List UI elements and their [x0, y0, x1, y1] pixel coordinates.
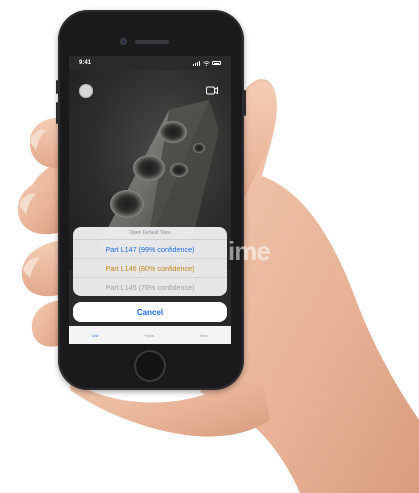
phone-screen: 9:41 Open Default View Part L147 (99% co… — [69, 56, 231, 344]
option-part-l145[interactable]: Part L145 (76% confidence) — [73, 278, 227, 296]
earpiece-speaker — [135, 40, 169, 44]
volume-button — [56, 102, 58, 124]
tab-bar: List Parts Men — [69, 326, 231, 344]
cancel-button[interactable]: Cancel — [73, 302, 227, 322]
home-button[interactable] — [134, 350, 166, 382]
status-icons — [193, 60, 221, 66]
wifi-icon — [203, 60, 210, 66]
status-bar: 9:41 — [69, 56, 231, 70]
option-part-l147[interactable]: Part L147 (99% confidence) — [73, 240, 227, 259]
front-camera-icon — [120, 38, 127, 45]
tab-list[interactable]: List — [92, 333, 98, 338]
circle-button-icon[interactable] — [79, 84, 93, 98]
action-sheet: Open Default View Part L147 (99% confide… — [73, 227, 227, 296]
tab-men[interactable]: Men — [200, 333, 208, 338]
battery-icon — [212, 61, 221, 65]
watermark-text: ime — [228, 236, 271, 266]
video-camera-icon[interactable] — [206, 86, 218, 95]
tab-parts[interactable]: Parts — [145, 333, 154, 338]
signal-icon — [193, 60, 201, 66]
option-part-l146[interactable]: Part L146 (80% confidence) — [73, 259, 227, 278]
power-button — [244, 90, 246, 116]
status-time: 9:41 — [79, 60, 92, 66]
action-sheet-title: Open Default View — [73, 227, 227, 240]
volume-button — [56, 80, 58, 94]
